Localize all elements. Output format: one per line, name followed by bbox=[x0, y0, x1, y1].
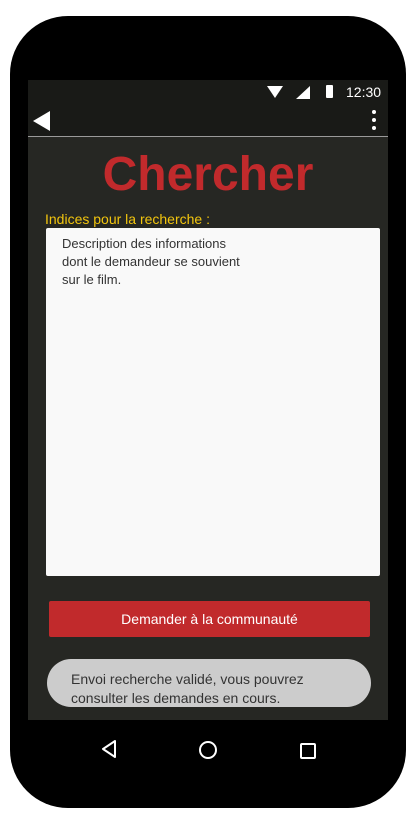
search-clues-textarea[interactable]: Description des informations dont le dem… bbox=[46, 228, 380, 576]
app-screen: 12:30 Chercher Indices pour la recherche… bbox=[28, 80, 388, 720]
wifi-icon bbox=[267, 86, 283, 98]
app-bar bbox=[28, 104, 388, 136]
more-vert-icon[interactable] bbox=[368, 110, 380, 130]
textarea-line: Description des informations bbox=[62, 236, 227, 251]
textarea-line: dont le demandeur se souvient bbox=[62, 254, 240, 269]
back-arrow-icon[interactable] bbox=[33, 111, 50, 131]
battery-icon bbox=[326, 85, 333, 98]
nav-back-icon[interactable] bbox=[101, 740, 117, 758]
toast-line: Envoi recherche validé, vous pouvrez bbox=[71, 671, 304, 687]
app-bar-divider bbox=[28, 136, 388, 137]
confirmation-toast: Envoi recherche validé, vous pouvrez con… bbox=[47, 659, 371, 707]
nav-recent-icon[interactable] bbox=[300, 743, 316, 759]
signal-icon bbox=[296, 86, 310, 99]
ask-community-button[interactable]: Demander à la communauté bbox=[49, 601, 370, 637]
status-time: 12:30 bbox=[346, 84, 382, 100]
toast-line: consulter les demandes en cours. bbox=[71, 690, 281, 706]
page-title: Chercher bbox=[102, 148, 314, 201]
textarea-line: sur le film. bbox=[62, 272, 122, 287]
system-nav-bar bbox=[28, 722, 388, 780]
status-bar: 12:30 bbox=[28, 80, 388, 104]
nav-home-icon[interactable] bbox=[199, 741, 217, 759]
search-clues-label: Indices pour la recherche : bbox=[45, 211, 210, 227]
